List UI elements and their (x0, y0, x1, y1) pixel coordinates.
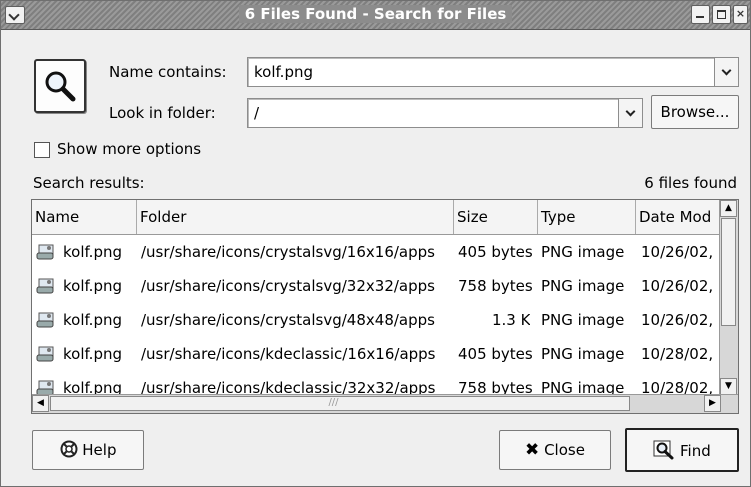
image-file-icon (36, 278, 54, 294)
table-row[interactable]: kolf.png /usr/share/icons/crystalsvg/16x… (32, 235, 720, 269)
cell-folder: /usr/share/icons/crystalsvg/32x32/apps (141, 277, 435, 295)
window-title: 6 Files Found - Search for Files (238, 5, 513, 23)
help-button[interactable]: Help (32, 430, 144, 470)
search-magnifier-icon (34, 59, 86, 113)
column-header-name[interactable]: Name (32, 200, 137, 234)
minimize-button[interactable] (691, 5, 710, 24)
cell-size: 1.3 K (492, 311, 531, 329)
close-button[interactable]: ✖ Close (499, 430, 611, 470)
close-button-label: Close (544, 441, 585, 459)
cell-folder: /usr/share/icons/kdeclassic/16x16/apps (141, 345, 436, 363)
results-table[interactable]: Name Folder Size Type Date Mod kolf.png … (31, 199, 739, 414)
search-results-label: Search results: (33, 174, 145, 192)
cell-date: 10/26/02, (641, 277, 714, 295)
cell-name: kolf.png (63, 311, 123, 329)
image-file-icon (36, 312, 54, 328)
horizontal-scrollbar[interactable]: ◀ /// ▶ (32, 394, 738, 413)
vertical-scrollbar[interactable]: ▲ ▼ (719, 200, 738, 395)
browse-button[interactable]: Browse... (651, 95, 739, 129)
show-more-options-label[interactable]: Show more options (57, 140, 201, 158)
cell-size: 758 bytes (458, 277, 533, 295)
image-file-icon (36, 244, 54, 260)
table-row[interactable]: kolf.png /usr/share/icons/crystalsvg/32x… (32, 269, 720, 303)
maximize-button[interactable] (712, 5, 731, 24)
name-contains-label: Name contains: (109, 63, 227, 81)
column-header-folder[interactable]: Folder (137, 200, 454, 234)
cell-type: PNG image (541, 311, 625, 329)
folder-dropdown[interactable] (618, 98, 643, 128)
cell-type: PNG image (541, 243, 625, 261)
title-bar[interactable]: 6 Files Found - Search for Files × (1, 1, 750, 30)
cell-date: 10/26/02, (641, 311, 714, 329)
column-header-type[interactable]: Type (538, 200, 636, 234)
cell-size: 405 bytes (458, 243, 533, 261)
name-contains-input[interactable]: kolf.png (247, 57, 715, 87)
cell-date: 10/26/02, (641, 243, 714, 261)
look-in-folder-label: Look in folder: (109, 104, 216, 122)
vertical-scroll-thumb[interactable] (721, 218, 736, 326)
cell-name: kolf.png (63, 243, 123, 261)
name-history-dropdown[interactable] (714, 57, 739, 87)
scroll-up-arrow-icon[interactable]: ▲ (720, 200, 737, 217)
look-in-folder-input[interactable]: / (247, 98, 619, 128)
horizontal-scroll-thumb[interactable]: /// (50, 396, 630, 411)
cell-folder: /usr/share/icons/crystalsvg/16x16/apps (141, 243, 435, 261)
close-window-button[interactable]: × (733, 5, 748, 24)
table-row[interactable]: kolf.png /usr/share/icons/kdeclassic/16x… (32, 337, 720, 371)
find-icon (653, 440, 674, 460)
files-found-count: 6 files found (644, 174, 737, 192)
cell-date: 10/28/02, (641, 345, 714, 363)
show-more-options-checkbox[interactable] (34, 142, 50, 158)
cell-size: 405 bytes (458, 345, 533, 363)
search-window: 6 Files Found - Search for Files × Name … (0, 0, 751, 487)
scroll-down-arrow-icon[interactable]: ▼ (720, 378, 737, 395)
help-button-label: Help (82, 441, 117, 459)
table-header: Name Folder Size Type Date Mod (32, 200, 720, 235)
scroll-right-arrow-icon[interactable]: ▶ (704, 395, 721, 412)
scroll-left-arrow-icon[interactable]: ◀ (32, 395, 49, 412)
column-header-size[interactable]: Size (454, 200, 538, 234)
column-header-date-modified[interactable]: Date Mod (636, 200, 720, 234)
lifebuoy-icon (60, 440, 77, 458)
cell-folder: /usr/share/icons/crystalsvg/48x48/apps (141, 311, 435, 329)
image-file-icon (36, 346, 54, 362)
cell-name: kolf.png (63, 345, 123, 363)
cell-type: PNG image (541, 345, 625, 363)
x-icon: ✖ (525, 440, 540, 460)
cell-name: kolf.png (63, 277, 123, 295)
find-button-label: Find (680, 442, 711, 460)
cell-type: PNG image (541, 277, 625, 295)
table-row[interactable]: kolf.png /usr/share/icons/crystalsvg/48x… (32, 303, 720, 337)
find-button[interactable]: Find (625, 428, 739, 472)
